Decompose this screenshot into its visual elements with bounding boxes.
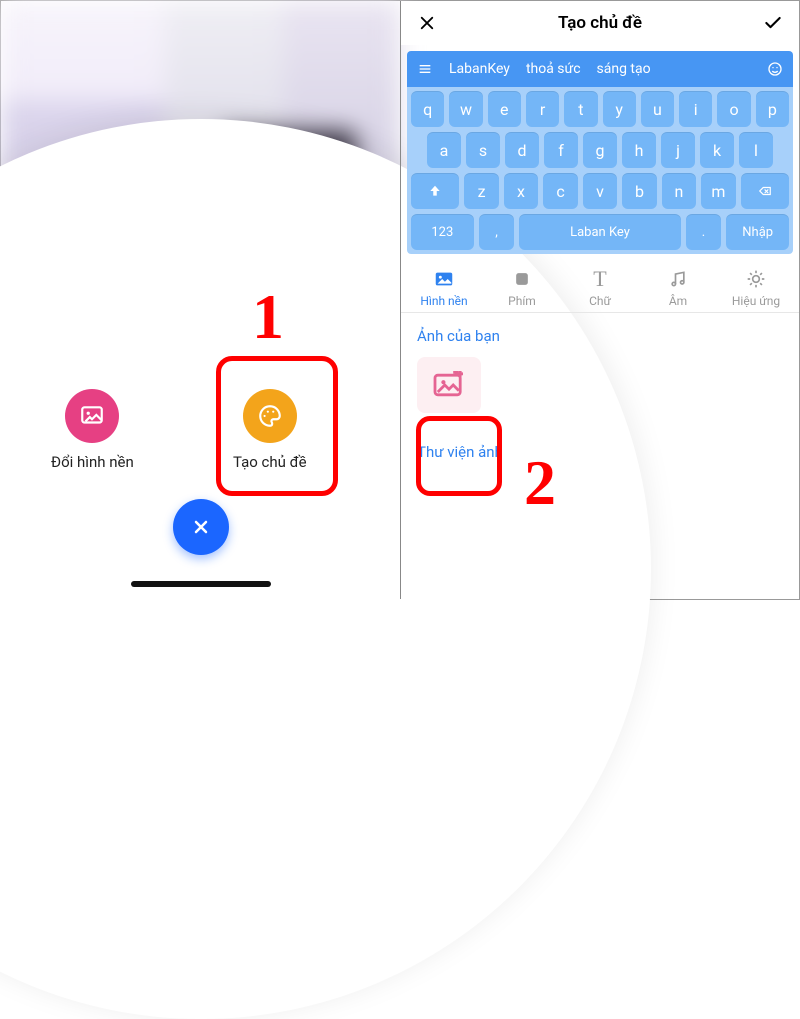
square-icon — [483, 266, 561, 292]
key-z[interactable]: z — [464, 173, 498, 209]
space-key[interactable]: Laban Key — [519, 214, 680, 250]
kb-suggestion-1: thoả sức — [526, 61, 581, 77]
key-r[interactable]: r — [526, 91, 559, 127]
keyboard-row-2: asdfghjkl — [411, 132, 789, 168]
change-background-label: Đổi hình nền — [51, 453, 134, 471]
tutorial-composite: Đổi hình nền Tạo chủ đề Tạo chủ đề — [0, 0, 800, 600]
brightness-icon — [717, 266, 795, 292]
kb-suggestion-2: sáng tạo — [597, 61, 651, 77]
key-s[interactable]: s — [466, 132, 500, 168]
close-icon[interactable] — [415, 11, 439, 35]
keyboard-row-1: qwertyuiop — [411, 91, 789, 127]
editor-header: Tạo chủ đề — [401, 1, 799, 45]
emoji-icon[interactable] — [767, 61, 783, 77]
confirm-icon[interactable] — [761, 11, 785, 35]
keyboard-toolbar: LabanKey thoả sức sáng tạo — [407, 51, 793, 87]
step-number-2: 2 — [524, 446, 556, 520]
image-icon — [65, 389, 119, 443]
right-pane: Tạo chủ đề LabanKey thoả sức sáng tạo qw… — [400, 1, 799, 599]
add-photo-button[interactable] — [417, 357, 481, 413]
period-key[interactable]: . — [686, 214, 722, 250]
tab-label: Hình nền — [405, 294, 483, 308]
key-t[interactable]: t — [564, 91, 597, 127]
key-d[interactable]: d — [505, 132, 539, 168]
key-w[interactable]: w — [449, 91, 482, 127]
key-q[interactable]: q — [411, 91, 444, 127]
keyboard-row-3: zxcvbnm — [411, 173, 789, 209]
key-b[interactable]: b — [622, 173, 656, 209]
key-n[interactable]: n — [662, 173, 696, 209]
key-l[interactable]: l — [739, 132, 773, 168]
editor-tabs: Hình nền Phím T Chữ Âm Hiệu ứng — [401, 260, 799, 313]
step-number-1: 1 — [252, 280, 284, 354]
close-fab-button[interactable] — [173, 499, 229, 555]
key-e[interactable]: e — [488, 91, 521, 127]
kb-brand: LabanKey — [449, 61, 510, 77]
create-theme-action[interactable]: Tạo chủ đề — [233, 389, 307, 471]
key-y[interactable]: y — [603, 91, 636, 127]
key-u[interactable]: u — [641, 91, 674, 127]
key-h[interactable]: h — [622, 132, 656, 168]
create-theme-label: Tạo chủ đề — [233, 453, 307, 471]
backspace-key[interactable] — [741, 173, 789, 209]
image-icon — [405, 266, 483, 292]
tab-sound[interactable]: Âm — [639, 266, 717, 308]
key-v[interactable]: v — [583, 173, 617, 209]
key-x[interactable]: x — [504, 173, 538, 209]
text-icon: T — [561, 266, 639, 292]
key-m[interactable]: m — [701, 173, 735, 209]
your-photos-heading: Ảnh của bạn — [401, 313, 799, 353]
key-i[interactable]: i — [679, 91, 712, 127]
tab-label: Hiệu ứng — [717, 294, 795, 308]
key-p[interactable]: p — [756, 91, 789, 127]
tab-keys[interactable]: Phím — [483, 266, 561, 308]
tab-label: Âm — [639, 294, 717, 308]
shift-key[interactable] — [411, 173, 459, 209]
key-k[interactable]: k — [700, 132, 734, 168]
tab-label: Chữ — [561, 294, 639, 308]
page-title: Tạo chủ đề — [558, 13, 642, 33]
palette-icon — [243, 389, 297, 443]
key-c[interactable]: c — [543, 173, 577, 209]
key-a[interactable]: a — [427, 132, 461, 168]
tab-effects[interactable]: Hiệu ứng — [717, 266, 795, 308]
key-j[interactable]: j — [661, 132, 695, 168]
music-icon — [639, 266, 717, 292]
tab-font[interactable]: T Chữ — [561, 266, 639, 308]
enter-key[interactable]: Nhập — [726, 214, 789, 250]
home-indicator — [131, 581, 271, 587]
key-f[interactable]: f — [544, 132, 578, 168]
hamburger-icon[interactable] — [417, 61, 433, 77]
tab-label: Phím — [483, 294, 561, 308]
comma-key[interactable]: , — [479, 214, 515, 250]
key-o[interactable]: o — [717, 91, 750, 127]
keyboard-preview: LabanKey thoả sức sáng tạo qwertyuiop as… — [401, 45, 799, 260]
photo-library-heading: Thư viện ảnh — [401, 417, 799, 469]
keyboard-row-4: 123 , Laban Key . Nhập — [411, 214, 789, 250]
numbers-key[interactable]: 123 — [411, 214, 474, 250]
change-background-action[interactable]: Đổi hình nền — [51, 389, 134, 471]
tab-background[interactable]: Hình nền — [405, 266, 483, 308]
left-pane: Đổi hình nền Tạo chủ đề — [1, 1, 400, 599]
key-g[interactable]: g — [583, 132, 617, 168]
